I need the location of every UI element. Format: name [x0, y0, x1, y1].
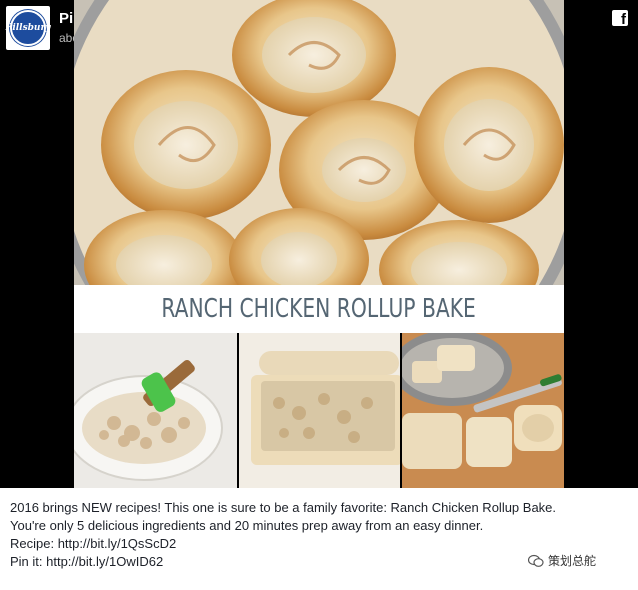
- post-media[interactable]: Pillsbury Pillsbury ✓ about a year ago f: [0, 0, 638, 488]
- wechat-icon: [528, 554, 544, 567]
- dough-sheet-photo: [239, 333, 400, 488]
- pin-label: Pin it:: [10, 554, 47, 569]
- recipe-label: Recipe:: [10, 536, 58, 551]
- facebook-icon: f: [612, 10, 628, 28]
- caption-line: 2016 brings NEW recipes! This one is sur…: [10, 500, 557, 515]
- brand-logo[interactable]: Pillsbury: [6, 6, 50, 50]
- mixing-bowl-photo: [74, 333, 237, 488]
- brand-seal-icon: Pillsbury: [6, 10, 50, 46]
- recipe-line: Recipe: http://bit.ly/1QsScD2: [10, 535, 630, 553]
- watermark: 策划总舵: [528, 552, 596, 569]
- pin-link[interactable]: http://bit.ly/1OwID62: [46, 554, 163, 569]
- recipe-link[interactable]: http://bit.ly/1QsScD2: [58, 536, 177, 551]
- recipe-title: RANCH CHICKEN ROLLUP BAKE: [161, 294, 477, 324]
- sliced-rolls-photo: [402, 333, 564, 488]
- recipe-title-banner: RANCH CHICKEN ROLLUP BAKE: [74, 285, 564, 333]
- watermark-text: 策划总舵: [548, 554, 597, 568]
- caption-line: You're only 5 delicious ingredients and …: [10, 518, 484, 533]
- baked-rolls-photo: [74, 0, 564, 285]
